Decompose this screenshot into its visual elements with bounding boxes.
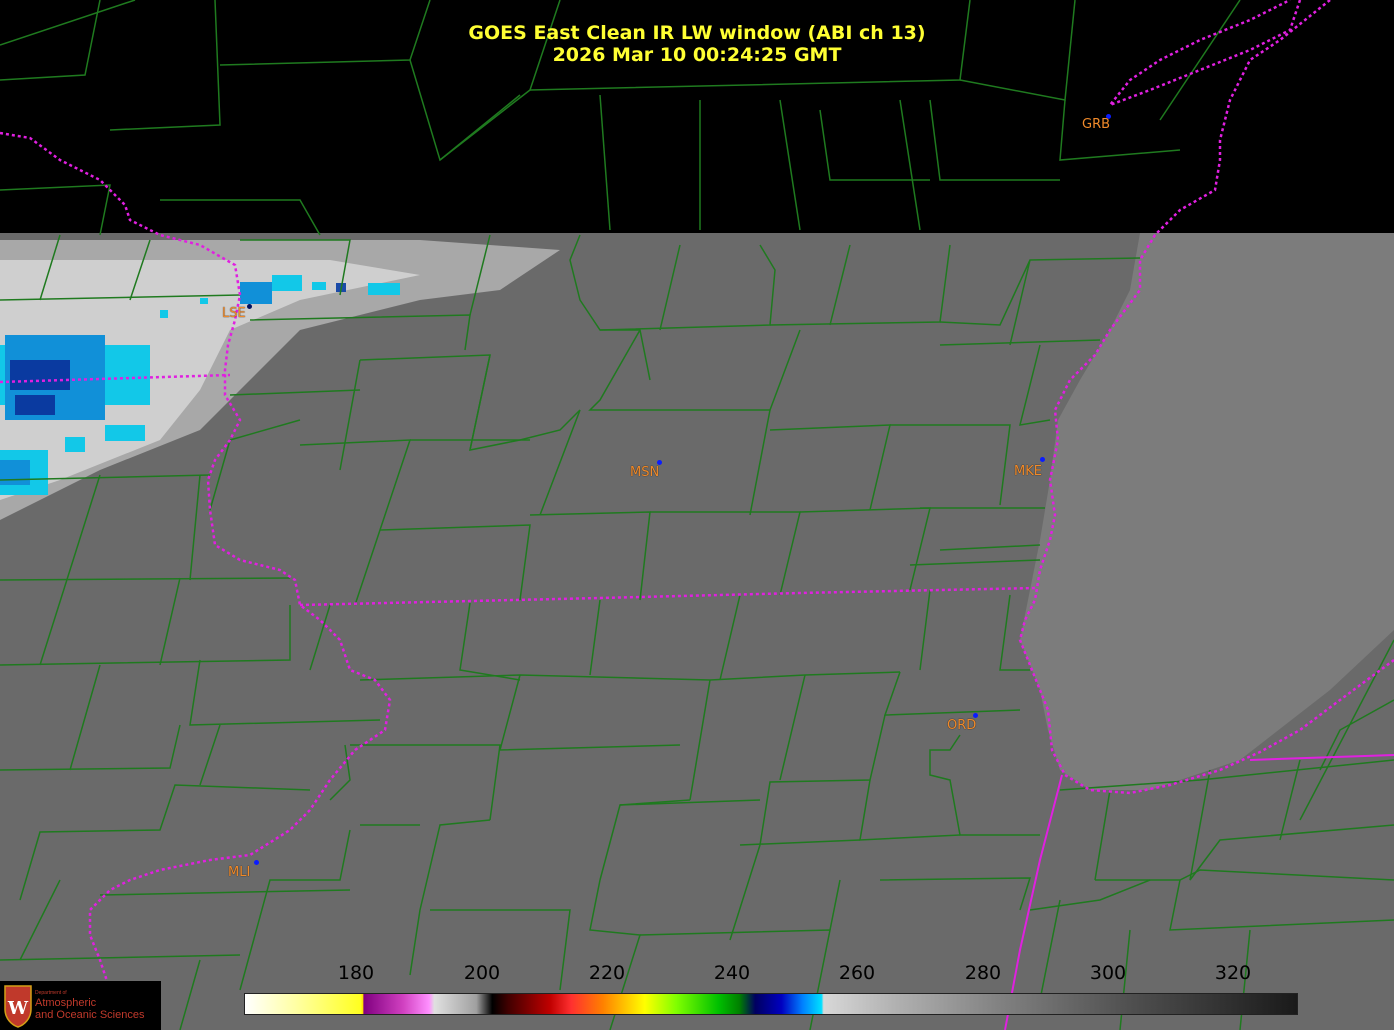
city-marker-lse xyxy=(247,304,252,309)
temperature-colorbar xyxy=(244,993,1298,1015)
logo-line1: Atmospheric xyxy=(35,997,97,1009)
colorbar-tick-300: 300 xyxy=(1089,962,1127,984)
colorbar-tick-320: 320 xyxy=(1214,962,1252,984)
city-label-msn: MSN xyxy=(630,465,660,480)
colorbar-tick-180: 180 xyxy=(337,962,375,984)
city-label-mke: MKE xyxy=(1014,464,1042,479)
colorbar-tick-200: 200 xyxy=(463,962,501,984)
colorbar-tick-240: 240 xyxy=(713,962,751,984)
aos-logo: W Department of Atmospheric and Oceanic … xyxy=(0,981,161,1030)
logo-department: Department of xyxy=(35,990,67,996)
logo-line2: and Oceanic Sciences xyxy=(35,1009,145,1021)
city-label-mli: MLI xyxy=(228,865,251,880)
uw-crest-icon: W xyxy=(4,985,32,1028)
product-title: GOES East Clean IR LW window (ABI ch 13) xyxy=(468,22,926,44)
satellite-map xyxy=(0,0,1394,1030)
city-label-grb: GRB xyxy=(1082,117,1111,132)
svg-text:W: W xyxy=(7,998,29,1019)
timestamp: 2026 Mar 10 00:24:25 GMT xyxy=(552,44,842,66)
city-marker-mke xyxy=(1040,457,1045,462)
colorbar-tick-220: 220 xyxy=(588,962,626,984)
colorbar-tick-280: 280 xyxy=(964,962,1002,984)
colorbar-tick-260: 260 xyxy=(838,962,876,984)
city-label-ord: ORD xyxy=(947,718,977,733)
city-marker-mli xyxy=(254,860,259,865)
city-label-lse: LSE xyxy=(222,306,246,321)
